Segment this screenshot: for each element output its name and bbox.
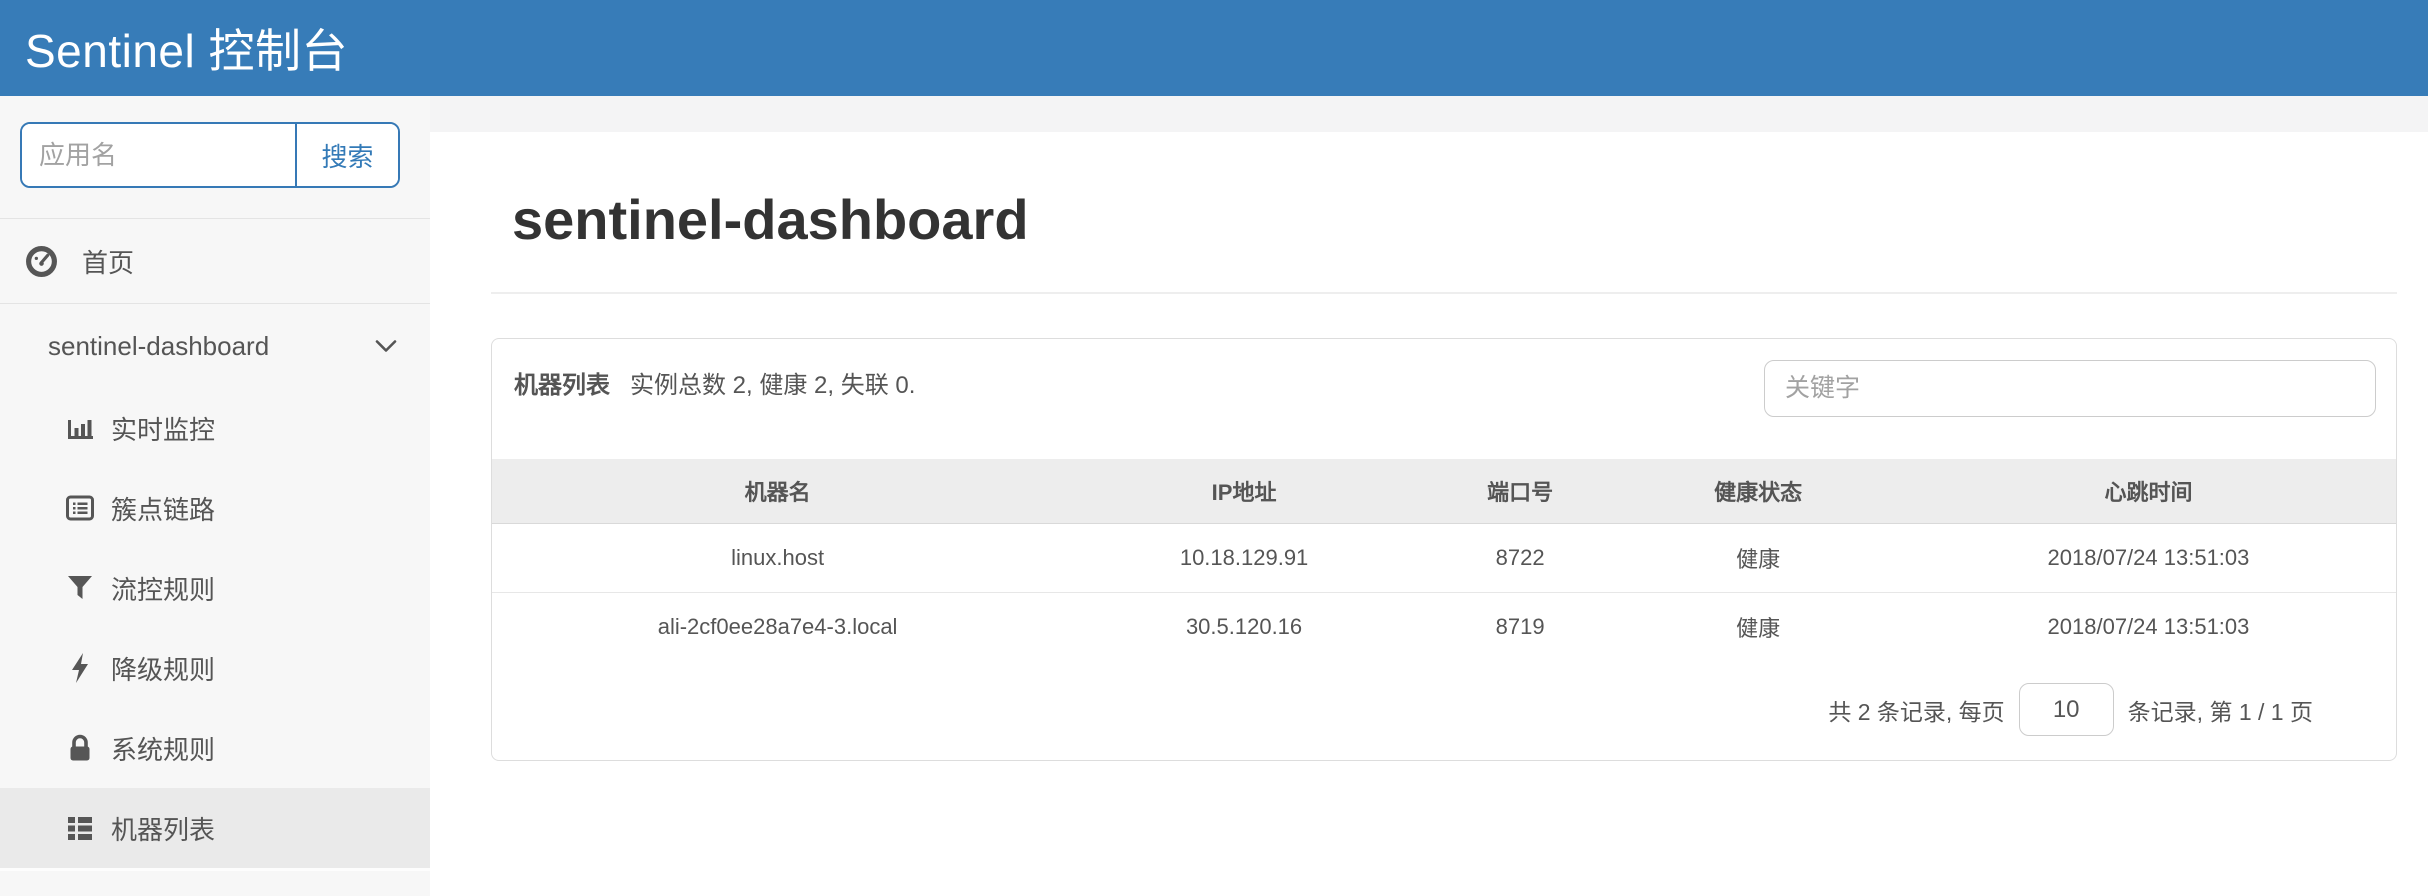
sidebar-item-system-rules[interactable]: 系统规则 bbox=[0, 708, 430, 788]
sidebar-menu-bottom-line bbox=[0, 868, 430, 871]
cell-machine-name: linux.host bbox=[492, 524, 1063, 593]
cell-ip: 10.18.129.91 bbox=[1063, 524, 1425, 593]
sidebar-item-label: 系统规则 bbox=[111, 730, 215, 767]
panel-title: 机器列表 bbox=[514, 372, 610, 399]
main-top-band bbox=[430, 96, 2428, 132]
cell-port: 8722 bbox=[1425, 524, 1615, 593]
table-row: linux.host 10.18.129.91 8722 健康 2018/07/… bbox=[492, 524, 2396, 593]
body-row: 搜索 首页 sentinel-dashboard bbox=[0, 96, 2428, 896]
top-navbar: Sentinel 控制台 bbox=[0, 0, 2428, 96]
app-search-input[interactable] bbox=[22, 124, 295, 186]
app-title: Sentinel 控制台 bbox=[25, 15, 348, 81]
cell-ip: 30.5.120.16 bbox=[1063, 593, 1425, 662]
col-header-port: 端口号 bbox=[1425, 459, 1615, 524]
sidebar-item-degrade-rules[interactable]: 降级规则 bbox=[0, 628, 430, 708]
app-search-button[interactable]: 搜索 bbox=[295, 124, 398, 186]
pagination-total-text: 共 2 条记录, 每页 bbox=[1828, 693, 2004, 727]
col-header-heartbeat-time: 心跳时间 bbox=[1901, 459, 2396, 524]
sidebar-item-cluster-link[interactable]: 簇点链路 bbox=[0, 468, 430, 548]
list-alt-icon bbox=[62, 493, 98, 523]
sidebar-item-app-group[interactable]: sentinel-dashboard bbox=[0, 304, 430, 388]
sidebar-item-machine-list[interactable]: 机器列表 bbox=[0, 788, 430, 868]
sidebar-item-label: 首页 bbox=[82, 243, 134, 280]
machine-table: 机器名 IP地址 端口号 健康状态 心跳时间 linux.host 10.18.… bbox=[492, 459, 2396, 661]
cell-heartbeat-time: 2018/07/24 13:51:03 bbox=[1901, 524, 2396, 593]
filter-icon bbox=[62, 573, 98, 603]
main-area: sentinel-dashboard 机器列表实例总数 2, 健康 2, 失联 … bbox=[430, 96, 2428, 896]
table-header-row: 机器名 IP地址 端口号 健康状态 心跳时间 bbox=[492, 459, 2396, 524]
lock-icon bbox=[62, 733, 98, 764]
sidebar-item-label: 簇点链路 bbox=[111, 490, 215, 527]
main-content: sentinel-dashboard 机器列表实例总数 2, 健康 2, 失联 … bbox=[430, 132, 2428, 896]
sidebar-item-flow-rules[interactable]: 流控规则 bbox=[0, 548, 430, 628]
gauge-icon bbox=[25, 245, 58, 278]
sidebar-item-home[interactable]: 首页 bbox=[0, 219, 430, 304]
keyword-search-input[interactable] bbox=[1764, 360, 2376, 417]
cell-health-status: 健康 bbox=[1615, 593, 1901, 662]
col-header-ip: IP地址 bbox=[1063, 459, 1425, 524]
pagination-bar: 共 2 条记录, 每页 条记录, 第 1 / 1 页 bbox=[492, 661, 2396, 760]
instance-summary: 实例总数 2, 健康 2, 失联 0. bbox=[630, 372, 915, 399]
cell-health-status: 健康 bbox=[1615, 524, 1901, 593]
page-size-input[interactable] bbox=[2019, 683, 2114, 736]
machine-list-panel: 机器列表实例总数 2, 健康 2, 失联 0. 机器名 IP地址 端 bbox=[491, 338, 2397, 761]
bar-chart-icon bbox=[62, 413, 98, 443]
th-list-icon bbox=[62, 813, 98, 843]
sentinel-console-page: Sentinel 控制台 搜索 首页 bbox=[0, 0, 2428, 896]
sidebar-item-label: 流控规则 bbox=[111, 570, 215, 607]
col-header-health-status: 健康状态 bbox=[1615, 459, 1901, 524]
sidebar-app-group-label: sentinel-dashboard bbox=[48, 331, 269, 362]
table-row: ali-2cf0ee28a7e4-3.local 30.5.120.16 871… bbox=[492, 593, 2396, 662]
page-title: sentinel-dashboard bbox=[512, 188, 2397, 252]
cell-machine-name: ali-2cf0ee28a7e4-3.local bbox=[492, 593, 1063, 662]
title-divider bbox=[491, 292, 2397, 294]
sidebar-item-label: 降级规则 bbox=[111, 650, 215, 687]
col-header-machine-name: 机器名 bbox=[492, 459, 1063, 524]
sidebar-item-label: 实时监控 bbox=[111, 410, 215, 447]
chevron-down-icon bbox=[374, 339, 398, 354]
bolt-icon bbox=[62, 652, 98, 684]
cell-heartbeat-time: 2018/07/24 13:51:03 bbox=[1901, 593, 2396, 662]
pagination-suffix-text: 条记录, 第 1 / 1 页 bbox=[2128, 693, 2313, 727]
cell-port: 8719 bbox=[1425, 593, 1615, 662]
panel-title-line: 机器列表实例总数 2, 健康 2, 失联 0. bbox=[514, 365, 915, 400]
app-search-group: 搜索 bbox=[20, 122, 400, 188]
panel-heading: 机器列表实例总数 2, 健康 2, 失联 0. bbox=[492, 339, 2396, 459]
sidebar-item-label: 机器列表 bbox=[111, 810, 215, 847]
sidebar: 搜索 首页 sentinel-dashboard bbox=[0, 96, 430, 896]
sidebar-item-realtime-monitor[interactable]: 实时监控 bbox=[0, 388, 430, 468]
